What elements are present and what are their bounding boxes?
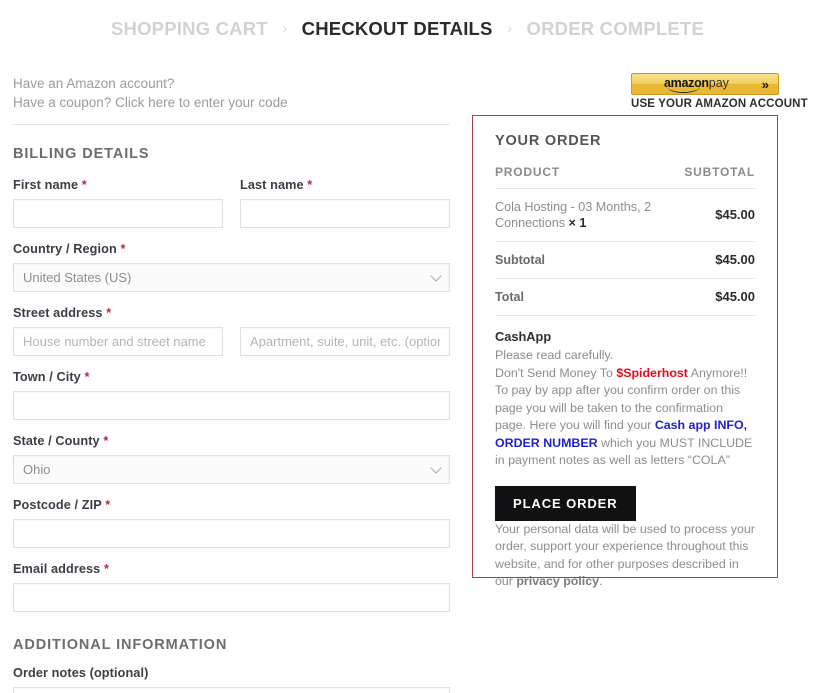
breadcrumb-separator-icon: › [506, 20, 513, 37]
order-notes-textarea[interactable] [13, 687, 450, 693]
street-address-line1-input[interactable] [13, 327, 223, 356]
amazon-pay-caption: USE YOUR AMAZON ACCOUNT [631, 98, 808, 110]
order-table-header-row: PRODUCT SUBTOTAL [495, 165, 755, 189]
amazon-pay-button[interactable]: amazonpay » [631, 73, 779, 95]
email-input[interactable] [13, 583, 450, 612]
name-row: First name * Last name * [13, 178, 450, 242]
table-row: Total $45.00 [495, 278, 755, 316]
postcode-input[interactable] [13, 519, 450, 548]
subtotal-label: Subtotal [495, 241, 685, 279]
payment-method-name: CashApp [495, 329, 552, 344]
payment-method-block: CashApp Please read carefully. Don't Sen… [495, 316, 755, 591]
payment-line-2-suffix: Anymore!! [687, 365, 748, 380]
city-input[interactable] [13, 391, 450, 420]
last-name-field: Last name * [240, 178, 450, 228]
first-name-label: First name * [13, 178, 223, 192]
country-select[interactable]: United States (US) [13, 263, 450, 292]
payment-line-1: Please read carefully. [495, 348, 614, 362]
last-name-label: Last name * [240, 178, 450, 192]
city-label: Town / City * [13, 370, 450, 384]
breadcrumb: SHOPPING CART › CHECKOUT DETAILS › ORDER… [0, 18, 815, 40]
table-row: Subtotal $45.00 [495, 241, 755, 279]
payment-line-2-prefix: Don't Send Money To [495, 365, 617, 380]
pay-wordmark: pay [708, 76, 729, 90]
coupon-prompt-row: Have a coupon? Click here to enter your … [13, 93, 450, 112]
divider [13, 124, 450, 125]
privacy-notice: Your personal data will be used to proce… [495, 521, 755, 591]
coupon-link[interactable]: Click here to enter your code [115, 95, 288, 110]
street-address-row [13, 327, 450, 356]
order-items-table: PRODUCT SUBTOTAL Cola Hosting - 03 Month… [495, 165, 755, 316]
order-table-body: Cola Hosting - 03 Months, 2 Connections … [495, 188, 755, 316]
street-address-line2-input[interactable] [240, 327, 450, 356]
postcode-field: Postcode / ZIP * [13, 498, 450, 548]
breadcrumb-step-checkout-details[interactable]: CHECKOUT DETAILS [302, 18, 493, 39]
last-name-input[interactable] [240, 199, 450, 228]
required-marker: * [84, 370, 90, 384]
total-value: $45.00 [684, 278, 755, 316]
column-header-product: PRODUCT [495, 165, 685, 189]
double-chevron-right-icon: » [761, 77, 769, 92]
order-item-quantity: × 1 [568, 216, 587, 230]
email-field: Email address * [13, 562, 450, 612]
your-order-heading: YOUR ORDER [495, 133, 602, 149]
postcode-label-text: Postcode / ZIP [13, 498, 102, 512]
city-label-text: Town / City [13, 370, 81, 384]
required-marker: * [106, 306, 112, 320]
required-marker: * [103, 434, 109, 448]
order-notes-label: Order notes (optional) [13, 666, 149, 680]
order-table-head: PRODUCT SUBTOTAL [495, 165, 755, 189]
total-label: Total [495, 278, 685, 316]
checkout-page: SHOPPING CART › CHECKOUT DETAILS › ORDER… [0, 0, 815, 693]
state-label-text: State / County [13, 434, 100, 448]
required-marker: * [105, 498, 111, 512]
country-label-text: Country / Region [13, 242, 117, 256]
amazon-pay-block: amazonpay » USE YOUR AMAZON ACCOUNT [631, 73, 808, 110]
required-marker: * [120, 242, 126, 256]
state-field: State / County * Ohio [13, 434, 450, 484]
place-order-button[interactable]: PLACE ORDER [495, 485, 636, 521]
table-row: Cola Hosting - 03 Months, 2 Connections … [495, 188, 755, 242]
payment-instructions: Please read carefully. Don't Send Money … [495, 347, 755, 470]
required-marker: * [103, 562, 110, 576]
first-name-input[interactable] [13, 199, 223, 228]
billing-details-heading: BILLING DETAILS [13, 146, 150, 162]
state-label: State / County * [13, 434, 450, 448]
coupon-prompt-text: Have a coupon? [13, 95, 112, 110]
required-marker: * [81, 178, 87, 192]
country-select-wrapper: United States (US) [13, 263, 450, 292]
additional-information-heading: ADDITIONAL INFORMATION [13, 637, 228, 653]
email-label: Email address * [13, 562, 450, 576]
street-address-label-text: Street address [13, 306, 103, 320]
state-select[interactable]: Ohio [13, 455, 450, 484]
breadcrumb-separator-icon: › [282, 20, 288, 37]
privacy-policy-link[interactable]: privacy policy [516, 574, 599, 588]
last-name-label-text: Last name [240, 178, 304, 192]
order-item-price: $45.00 [684, 188, 755, 242]
subtotal-value: $45.00 [684, 241, 755, 279]
first-name-label-text: First name [13, 178, 79, 192]
payment-line-4-prefix: Here you will find your [529, 418, 655, 432]
email-label-text: Email address [13, 562, 101, 576]
breadcrumb-step-order-complete[interactable]: ORDER COMPLETE [526, 18, 704, 39]
order-notes-field: Order notes (optional) [13, 666, 450, 693]
city-field: Town / City * [13, 370, 450, 420]
payment-cashtag-warning: $Spiderhost [616, 365, 688, 380]
checkout-form-column: Have an Amazon account? Have a coupon? C… [13, 74, 450, 693]
column-header-subtotal: SUBTOTAL [684, 165, 755, 189]
order-summary-panel: YOUR ORDER PRODUCT SUBTOTAL Cola Hosting… [472, 115, 778, 588]
country-label: Country / Region * [13, 242, 450, 256]
country-field: Country / Region * United States (US) [13, 242, 450, 292]
required-marker: * [307, 178, 313, 192]
privacy-notice-period: . [599, 574, 603, 588]
street-address-label: Street address * [13, 306, 450, 320]
street-address-field: Street address * [13, 306, 450, 356]
postcode-label: Postcode / ZIP * [13, 498, 450, 512]
state-select-wrapper: Ohio [13, 455, 450, 484]
breadcrumb-step-shopping-cart[interactable]: SHOPPING CART [111, 18, 268, 39]
order-item-name: Cola Hosting - 03 Months, 2 Connections … [495, 188, 685, 242]
amazon-swoosh-icon [667, 87, 700, 93]
first-name-field: First name * [13, 178, 223, 228]
amazon-account-prompt: Have an Amazon account? [13, 76, 175, 91]
